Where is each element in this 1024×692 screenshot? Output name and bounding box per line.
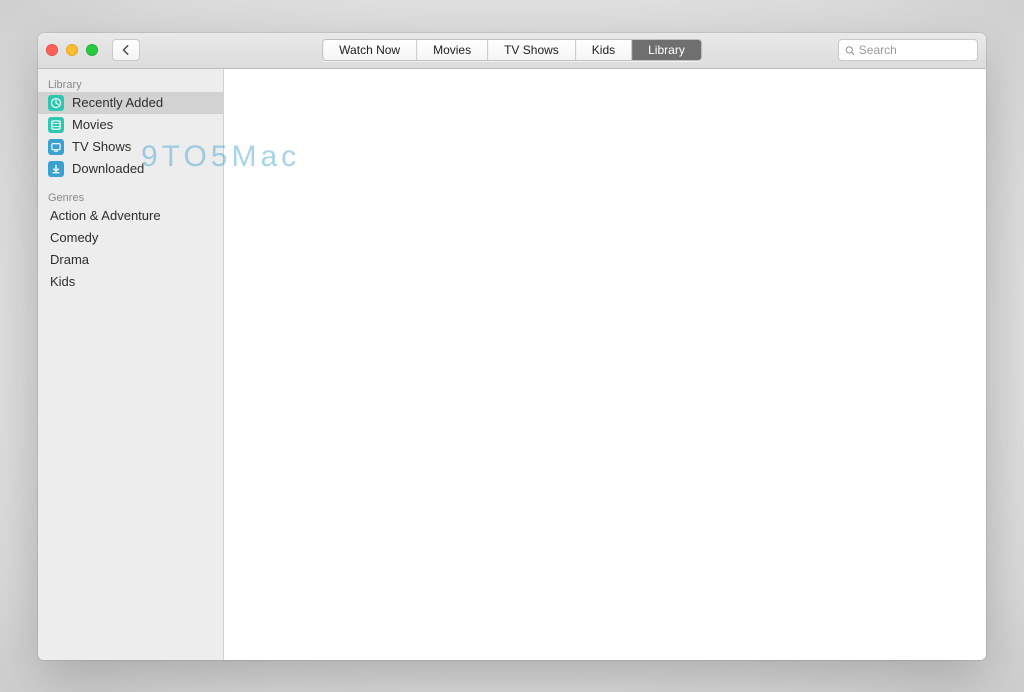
sidebar-item-label: Action & Adventure [50, 208, 161, 223]
search-icon [845, 45, 855, 56]
tv-icon [48, 139, 64, 155]
app-window: Watch Now Movies TV Shows Kids Library L… [38, 33, 986, 660]
sidebar-item-recently-added[interactable]: Recently Added [38, 92, 223, 114]
content-area: 9TO5Mac [224, 69, 986, 660]
tab-library[interactable]: Library [632, 40, 701, 60]
segmented-tabs: Watch Now Movies TV Shows Kids Library [322, 39, 702, 61]
sidebar-item-label: Movies [72, 117, 113, 132]
tab-movies[interactable]: Movies [417, 40, 488, 60]
sidebar-item-label: TV Shows [72, 139, 131, 154]
sidebar-item-movies[interactable]: Movies [38, 114, 223, 136]
back-button[interactable] [112, 39, 140, 61]
sidebar-item-genre-comedy[interactable]: Comedy [38, 227, 223, 249]
tab-tv-shows[interactable]: TV Shows [488, 40, 576, 60]
sidebar-item-label: Comedy [50, 230, 98, 245]
search-input[interactable] [859, 43, 971, 57]
sidebar-item-label: Kids [50, 274, 75, 289]
film-icon [48, 117, 64, 133]
tab-kids[interactable]: Kids [576, 40, 632, 60]
sidebar-item-genre-action[interactable]: Action & Adventure [38, 205, 223, 227]
window-body: Library Recently Added Movies TV Shows [38, 69, 986, 660]
sidebar-section-library: Library [38, 75, 223, 92]
sidebar-item-tv-shows[interactable]: TV Shows [38, 136, 223, 158]
sidebar: Library Recently Added Movies TV Shows [38, 69, 224, 660]
window-controls [46, 44, 98, 56]
zoom-window-button[interactable] [86, 44, 98, 56]
close-window-button[interactable] [46, 44, 58, 56]
toolbar: Watch Now Movies TV Shows Kids Library [38, 33, 986, 69]
search-field[interactable] [838, 39, 978, 61]
minimize-window-button[interactable] [66, 44, 78, 56]
clock-icon [48, 95, 64, 111]
sidebar-item-label: Downloaded [72, 161, 144, 176]
download-icon [48, 161, 64, 177]
sidebar-item-label: Recently Added [72, 95, 163, 110]
tab-watch-now[interactable]: Watch Now [323, 40, 417, 60]
sidebar-section-genres: Genres [38, 188, 223, 205]
sidebar-item-downloaded[interactable]: Downloaded [38, 158, 223, 180]
sidebar-item-genre-drama[interactable]: Drama [38, 249, 223, 271]
sidebar-item-genre-kids[interactable]: Kids [38, 271, 223, 293]
sidebar-item-label: Drama [50, 252, 89, 267]
chevron-left-icon [121, 45, 131, 55]
